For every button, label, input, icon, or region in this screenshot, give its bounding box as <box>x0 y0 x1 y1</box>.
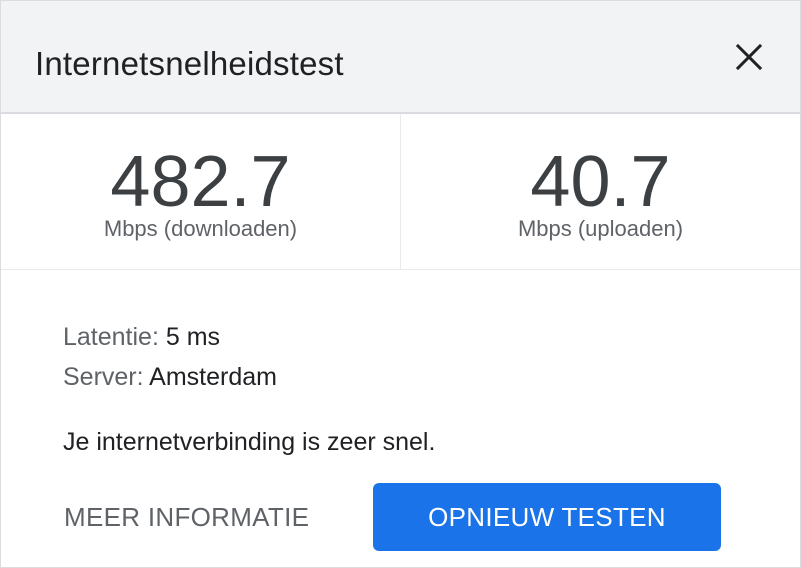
close-icon <box>735 43 763 71</box>
dialog-title: Internetsnelheidstest <box>35 45 344 82</box>
upload-result: 40.7 Mbps (uploaden) <box>401 114 800 269</box>
server-value: Amsterdam <box>149 363 277 391</box>
retest-button[interactable]: OPNIEUW TESTEN <box>373 483 721 551</box>
download-unit: Mbps (downloaden) <box>103 216 298 241</box>
server-label: Server: <box>63 363 144 391</box>
more-info-link[interactable]: MEER INFORMATIE <box>64 499 309 535</box>
server-row: Server: Amsterdam <box>63 357 277 397</box>
latency-value: 5 ms <box>165 323 221 351</box>
latency-label: Latentie: <box>63 323 159 351</box>
latency-row: Latentie: 5 ms <box>63 317 277 357</box>
close-button[interactable] <box>727 37 771 77</box>
speed-results: 482.7 Mbps (downloaden) 40.7 Mbps (uploa… <box>1 114 800 270</box>
connection-details: Latentie: 5 ms Server: Amsterdam <box>63 317 277 397</box>
speed-message: Je internetverbinding is zeer snel. <box>63 428 436 456</box>
upload-unit: Mbps (uploaden) <box>517 216 684 241</box>
upload-value: 40.7 <box>530 142 671 222</box>
download-value: 482.7 <box>110 142 291 222</box>
download-result: 482.7 Mbps (downloaden) <box>1 114 401 269</box>
dialog-header: Internetsnelheidstest <box>1 1 800 114</box>
speed-test-dialog: Internetsnelheidstest 482.7 Mbps (downlo… <box>0 0 801 568</box>
